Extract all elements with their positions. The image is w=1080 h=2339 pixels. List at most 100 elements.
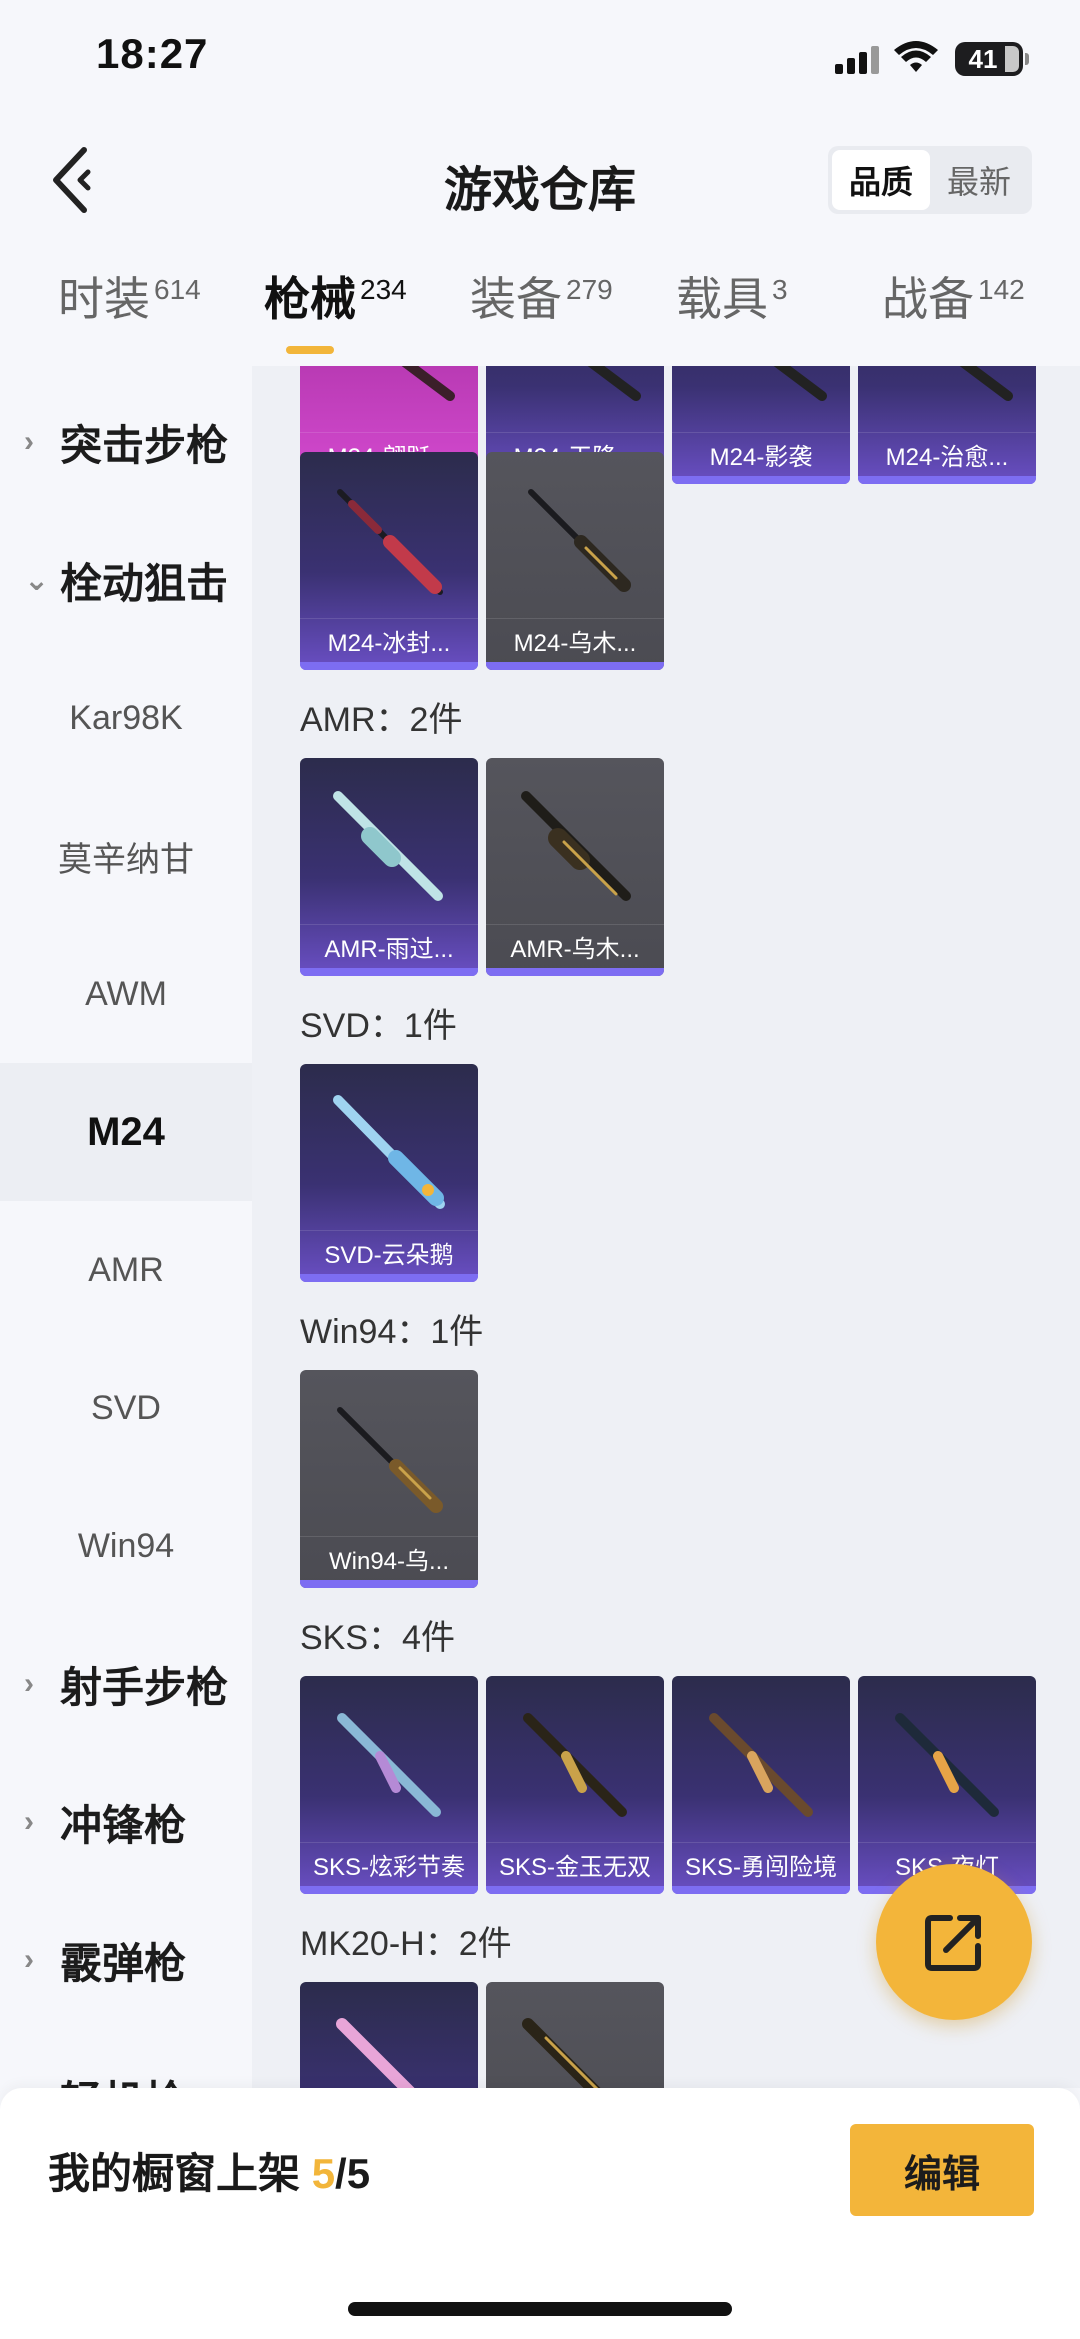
sidebar-item-label: 栓动狙击 — [60, 559, 229, 607]
rifle-icon — [337, 1407, 443, 1513]
sidebar-item-svd[interactable]: SVD — [0, 1339, 252, 1477]
weapon-name: M24-治愈... — [858, 432, 1036, 476]
header: 游戏仓库 品质 最新 — [0, 120, 1080, 240]
sort-option-quality[interactable]: 品质 — [832, 150, 930, 210]
tab-vehicles[interactable]: 载具 3 — [676, 272, 788, 352]
rifle-icon — [521, 791, 631, 901]
weapon-card[interactable]: AMR-乌木... — [486, 758, 664, 976]
sidebar-item-mosin[interactable]: 莫辛纳甘 — [0, 787, 252, 925]
weapon-card[interactable]: M24-冰封... — [300, 452, 478, 670]
sidebar-item-awm[interactable]: AWM — [0, 925, 252, 1063]
weapon-card[interactable]: SKS-炫彩节奏 — [300, 1676, 478, 1894]
section-title-mk20h: MK20-H：2件 — [300, 1925, 512, 1963]
sidebar-group-smg[interactable]: › 冲锋枪 — [0, 1753, 252, 1891]
weapon-card[interactable]: SKS-勇闯险境 — [672, 1676, 850, 1894]
weapon-card[interactable]: SKS-夜灯 — [858, 1676, 1036, 1894]
cellular-signal-icon — [835, 44, 881, 74]
showcase-bar: 我的橱窗上架 5/5 编辑 — [0, 2088, 1080, 2339]
sidebar-item-m24[interactable]: M24 — [0, 1063, 252, 1201]
weapon-card[interactable]: M24-治愈... — [858, 366, 1036, 484]
rifle-icon — [337, 489, 443, 595]
edit-button[interactable]: 编辑 — [850, 2124, 1034, 2216]
share-external-icon — [925, 1915, 981, 1971]
weapon-name: AMR-雨过... — [300, 924, 478, 968]
weapon-name: SKS-金玉无双 — [486, 1842, 664, 1886]
sidebar-group-shotgun[interactable]: › 霰弹枪 — [0, 1891, 252, 2029]
sort-option-latest[interactable]: 最新 — [930, 150, 1028, 210]
weapon-name: Win94-乌... — [300, 1536, 478, 1580]
sidebar-group-assault-rifle[interactable]: › 突击步枪 — [0, 373, 252, 511]
weapon-card[interactable]: SKS-金玉无双 — [486, 1676, 664, 1894]
rifle-icon — [587, 366, 641, 401]
weapon-type-sidebar: › 突击步枪 ⌄ 栓动狙击 Kar98K 莫辛纳甘 AWM M24 AMR SV… — [0, 366, 252, 2088]
rifle-icon — [333, 791, 443, 901]
showcase-current-count: 5 — [311, 2150, 336, 2197]
rifle-icon — [959, 366, 1013, 401]
tab-weapons[interactable]: 枪械 234 — [264, 272, 407, 352]
sort-toggle: 品质 最新 — [828, 146, 1032, 214]
section-title-svd: SVD：1件 — [300, 1007, 457, 1045]
rifle-icon — [333, 1095, 445, 1209]
sidebar-group-marksman-rifle[interactable]: › 射手步枪 — [0, 1615, 252, 1753]
tab-count: 234 — [360, 274, 407, 305]
sidebar-group-lmg[interactable]: › 轻机枪 — [0, 2029, 252, 2089]
rifle-icon — [336, 2018, 415, 2088]
tab-count: 614 — [154, 274, 201, 305]
sidebar-item-label: 冲锋枪 — [60, 1801, 187, 1849]
battery-level: 41 — [968, 43, 998, 74]
chevron-right-icon: › — [24, 425, 34, 458]
showcase-total-count: /5 — [335, 2150, 371, 2197]
weapon-name: M24-影袭 — [672, 432, 850, 476]
tab-outfits[interactable]: 时装 614 — [58, 272, 201, 352]
active-tab-indicator — [286, 346, 334, 354]
sidebar-item-label: 轻机枪 — [60, 2068, 186, 2089]
tab-label: 装备 — [470, 273, 562, 325]
rifle-icon — [337, 1713, 441, 1817]
battery-icon: 41 — [955, 42, 1029, 76]
rifle-icon — [528, 489, 631, 592]
weapon-card[interactable]: M24-乌木... — [486, 452, 664, 670]
sidebar-group-bolt-action-sniper[interactable]: ⌄ 栓动狙击 — [0, 511, 252, 649]
weapon-card[interactable]: M24-影袭 — [672, 366, 850, 484]
chevron-down-icon: ⌄ — [24, 563, 50, 597]
weapon-card[interactable]: Win94-乌... — [300, 1370, 478, 1588]
share-button[interactable] — [876, 1864, 1032, 2020]
weapon-name: AMR-乌木... — [486, 924, 664, 968]
sidebar-item-amr[interactable]: AMR — [0, 1201, 252, 1339]
tab-count: 279 — [566, 274, 613, 305]
section-title-amr: AMR：2件 — [300, 701, 463, 739]
rifle-icon — [523, 1713, 627, 1817]
category-tabs: 时装 614 枪械 234 装备 279 载具 3 战备 142 — [0, 262, 1080, 366]
weapon-card[interactable]: SVD-云朵鹅 — [300, 1064, 478, 1282]
wifi-icon — [894, 41, 938, 72]
chevron-right-icon: › — [24, 2081, 46, 2088]
weapon-name: M24-乌木... — [486, 618, 664, 662]
chevron-right-icon: › — [24, 1667, 34, 1700]
weapon-card[interactable] — [300, 1982, 478, 2088]
sidebar-item-label: 霰弹枪 — [60, 1939, 187, 1987]
sidebar-item-label: 突击步枪 — [60, 421, 229, 469]
app-screen: 18:27 41 游戏仓库 品质 最新 时装 614 枪械 234 装备 279… — [0, 0, 1080, 2339]
weapon-name: M24-冰封... — [300, 618, 478, 662]
chevron-right-icon: › — [24, 1943, 34, 1976]
weapon-card[interactable]: AMR-雨过... — [300, 758, 478, 976]
weapon-name: SKS-炫彩节奏 — [300, 1842, 478, 1886]
sidebar-item-label: 射手步枪 — [60, 1663, 229, 1711]
section-title-sks: SKS：4件 — [300, 1619, 455, 1657]
tab-equipment[interactable]: 装备 279 — [470, 272, 613, 352]
weapon-grid: M24-翩跹... M24-天降... M24-影袭 M24-治愈... M24 — [252, 366, 1080, 2088]
tab-battle-gear[interactable]: 战备 142 — [882, 272, 1025, 352]
rifle-icon — [773, 366, 827, 401]
sidebar-item-win94[interactable]: Win94 — [0, 1477, 252, 1615]
showcase-label: 我的橱窗上架 — [48, 2150, 301, 2197]
tab-label: 时装 — [58, 273, 150, 325]
tab-label: 枪械 — [264, 273, 356, 325]
tab-label: 载具 — [676, 273, 768, 325]
home-indicator — [348, 2302, 732, 2316]
sidebar-item-kar98k[interactable]: Kar98K — [0, 649, 252, 787]
showcase-status: 我的橱窗上架 5/5 — [48, 2140, 370, 2201]
weapon-card[interactable] — [486, 1982, 664, 2088]
section-title-win94: Win94：1件 — [300, 1313, 484, 1351]
rifle-icon — [709, 1713, 813, 1817]
rifle-icon — [895, 1713, 999, 1817]
